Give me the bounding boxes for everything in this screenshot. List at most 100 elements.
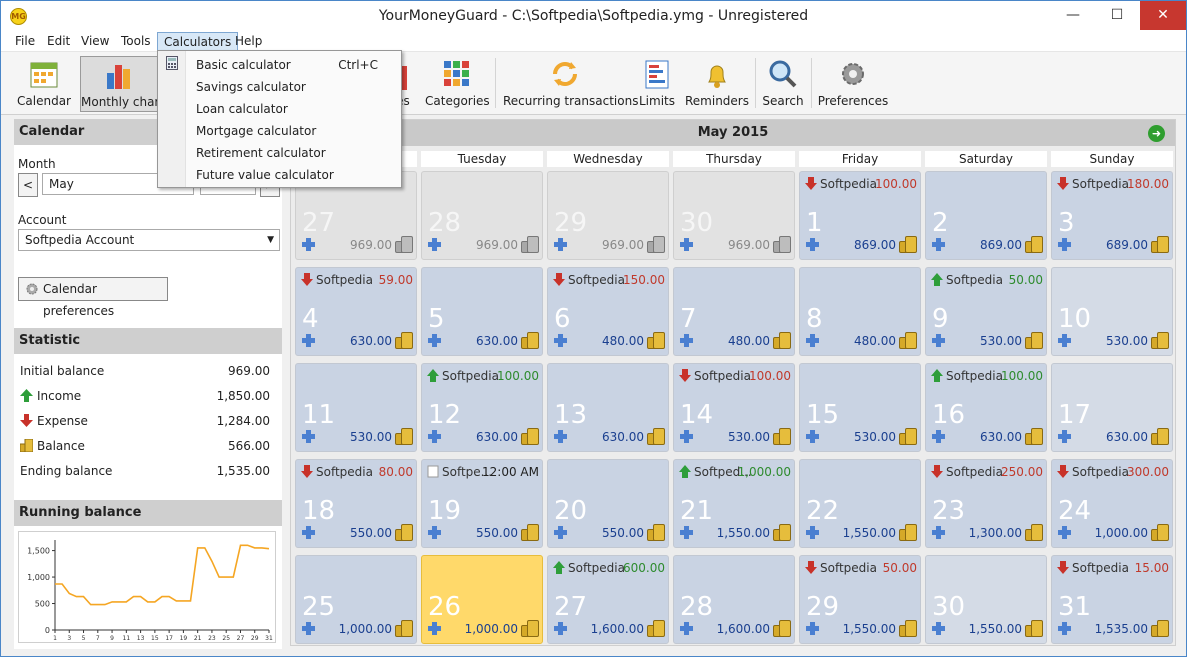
calendar-day-cell[interactable]: 30 1,550.00 <box>925 555 1047 644</box>
future-value-calculator-item[interactable]: Future value calculator <box>159 164 400 186</box>
calendar-tool-button[interactable]: Calendar <box>15 56 73 112</box>
add-transaction-plus-icon[interactable] <box>806 622 819 635</box>
calendar-day-cell[interactable]: 26 1,000.00 <box>421 555 543 644</box>
add-transaction-plus-icon[interactable] <box>302 334 315 347</box>
transaction-entry[interactable]: Softpedia 250.00 <box>931 465 1043 481</box>
calendar-day-cell[interactable]: 7 480.00 <box>673 267 795 356</box>
add-transaction-plus-icon[interactable] <box>1058 430 1071 443</box>
add-transaction-plus-icon[interactable] <box>428 430 441 443</box>
categories-tool-button[interactable]: Categories <box>425 56 490 112</box>
transaction-entry[interactable]: Softpedia 300.00 <box>1057 465 1169 481</box>
add-transaction-plus-icon[interactable] <box>1058 526 1071 539</box>
calendar-day-cell[interactable]: 20 550.00 <box>547 459 669 548</box>
add-transaction-plus-icon[interactable] <box>680 238 693 251</box>
calendar-day-cell[interactable]: 28 969.00 <box>421 171 543 260</box>
calendar-preferences-button[interactable]: Calendar preferences <box>18 277 168 318</box>
transaction-entry[interactable]: Softpedia 600.00 <box>553 561 665 577</box>
calendar-day-cell[interactable]: Softped... 1,000.00 21 1,550.00 <box>673 459 795 548</box>
add-transaction-plus-icon[interactable] <box>302 238 315 251</box>
account-select[interactable]: Softpedia Account ▼ <box>18 229 280 251</box>
menu-edit[interactable]: Edit <box>41 32 76 52</box>
menu-calculators[interactable]: Calculators <box>157 32 239 52</box>
recurring-transactions-tool-button[interactable]: Recurring transactions <box>503 56 638 112</box>
transaction-entry[interactable]: Softpe... 12:00 AM <box>427 465 539 481</box>
add-transaction-plus-icon[interactable] <box>554 334 567 347</box>
transaction-entry[interactable]: Softpedia 100.00 <box>427 369 539 385</box>
calendar-day-cell[interactable]: Softpe... 12:00 AM 19 550.00 <box>421 459 543 548</box>
calendar-day-cell[interactable]: 2 869.00 <box>925 171 1047 260</box>
transaction-entry[interactable]: Softpedia 50.00 <box>805 561 917 577</box>
add-transaction-plus-icon[interactable] <box>302 430 315 443</box>
calendar-day-cell[interactable]: 25 1,000.00 <box>295 555 417 644</box>
calendar-day-cell[interactable]: Softpedia 180.00 3 689.00 <box>1051 171 1173 260</box>
add-transaction-plus-icon[interactable] <box>680 334 693 347</box>
add-transaction-plus-icon[interactable] <box>932 526 945 539</box>
add-transaction-plus-icon[interactable] <box>932 334 945 347</box>
maximize-button[interactable]: ☐ <box>1095 1 1139 30</box>
calendar-day-cell[interactable]: 15 530.00 <box>799 363 921 452</box>
preferences-tool-button[interactable]: Preferences <box>817 56 889 112</box>
calendar-day-cell[interactable]: 17 630.00 <box>1051 363 1173 452</box>
transaction-entry[interactable]: Softpedia 180.00 <box>1057 177 1169 193</box>
transaction-entry[interactable]: Softpedia 150.00 <box>553 273 665 289</box>
transaction-entry[interactable]: Softpedia 100.00 <box>679 369 791 385</box>
menu-tools[interactable]: Tools <box>115 32 157 52</box>
calendar-day-cell[interactable]: Softpedia 59.00 4 630.00 <box>295 267 417 356</box>
add-transaction-plus-icon[interactable] <box>554 622 567 635</box>
calendar-day-cell[interactable]: 22 1,550.00 <box>799 459 921 548</box>
calendar-day-cell[interactable]: Softpedia 50.00 29 1,550.00 <box>799 555 921 644</box>
add-transaction-plus-icon[interactable] <box>1058 622 1071 635</box>
retirement-calculator-item[interactable]: Retirement calculator <box>159 142 400 164</box>
add-transaction-plus-icon[interactable] <box>554 238 567 251</box>
mortgage-calculator-item[interactable]: Mortgage calculator <box>159 120 400 142</box>
calendar-day-cell[interactable]: 29 969.00 <box>547 171 669 260</box>
calendar-day-cell[interactable]: 10 530.00 <box>1051 267 1173 356</box>
basic-calculator-item[interactable]: Basic calculator Ctrl+C <box>159 54 400 76</box>
add-transaction-plus-icon[interactable] <box>680 526 693 539</box>
calendar-day-cell[interactable]: Softpedia 80.00 18 550.00 <box>295 459 417 548</box>
add-transaction-plus-icon[interactable] <box>302 622 315 635</box>
add-transaction-plus-icon[interactable] <box>932 622 945 635</box>
calendar-day-cell[interactable]: 13 630.00 <box>547 363 669 452</box>
add-transaction-plus-icon[interactable] <box>680 430 693 443</box>
calendar-day-cell[interactable]: Softpedia 100.00 12 630.00 <box>421 363 543 452</box>
add-transaction-plus-icon[interactable] <box>428 238 441 251</box>
add-transaction-plus-icon[interactable] <box>806 238 819 251</box>
add-transaction-plus-icon[interactable] <box>302 526 315 539</box>
close-button[interactable]: ✕ <box>1140 1 1186 30</box>
add-transaction-plus-icon[interactable] <box>428 622 441 635</box>
calendar-day-cell[interactable]: Softpedia 100.00 16 630.00 <box>925 363 1047 452</box>
calendar-day-cell[interactable]: Softpedia 300.00 24 1,000.00 <box>1051 459 1173 548</box>
add-transaction-plus-icon[interactable] <box>806 430 819 443</box>
transaction-entry[interactable]: Softpedia 100.00 <box>931 369 1043 385</box>
add-transaction-plus-icon[interactable] <box>428 526 441 539</box>
prev-month-button[interactable]: < <box>18 173 38 197</box>
calendar-day-cell[interactable]: 8 480.00 <box>799 267 921 356</box>
calendar-day-cell[interactable]: Softpedia 15.00 31 1,535.00 <box>1051 555 1173 644</box>
transaction-entry[interactable]: Softpedia 59.00 <box>301 273 413 289</box>
add-transaction-plus-icon[interactable] <box>932 430 945 443</box>
calendar-day-cell[interactable]: Softpedia 100.00 1 869.00 <box>799 171 921 260</box>
menu-help[interactable]: Help <box>229 32 268 52</box>
savings-calculator-item[interactable]: Savings calculator <box>159 76 400 98</box>
loan-calculator-item[interactable]: Loan calculator <box>159 98 400 120</box>
search-tool-button[interactable]: Search <box>761 56 805 112</box>
transaction-entry[interactable]: Softpedia 80.00 <box>301 465 413 481</box>
transaction-entry[interactable]: Softpedia 50.00 <box>931 273 1043 289</box>
calendar-day-cell[interactable]: 30 969.00 <box>673 171 795 260</box>
add-transaction-plus-icon[interactable] <box>1058 238 1071 251</box>
add-transaction-plus-icon[interactable] <box>680 622 693 635</box>
next-month-arrow-icon[interactable]: ➜ <box>1148 125 1165 142</box>
add-transaction-plus-icon[interactable] <box>554 526 567 539</box>
add-transaction-plus-icon[interactable] <box>806 334 819 347</box>
transaction-entry[interactable]: Softpedia 15.00 <box>1057 561 1169 577</box>
add-transaction-plus-icon[interactable] <box>806 526 819 539</box>
calendar-day-cell[interactable]: Softpedia 100.00 14 530.00 <box>673 363 795 452</box>
limits-tool-button[interactable]: Limits <box>635 56 679 112</box>
calendar-day-cell[interactable]: Softpedia 150.00 6 480.00 <box>547 267 669 356</box>
reminders-tool-button[interactable]: Reminders <box>685 56 749 112</box>
calendar-day-cell[interactable]: 5 630.00 <box>421 267 543 356</box>
menu-file[interactable]: File <box>9 32 41 52</box>
add-transaction-plus-icon[interactable] <box>1058 334 1071 347</box>
calendar-day-cell[interactable]: 11 530.00 <box>295 363 417 452</box>
